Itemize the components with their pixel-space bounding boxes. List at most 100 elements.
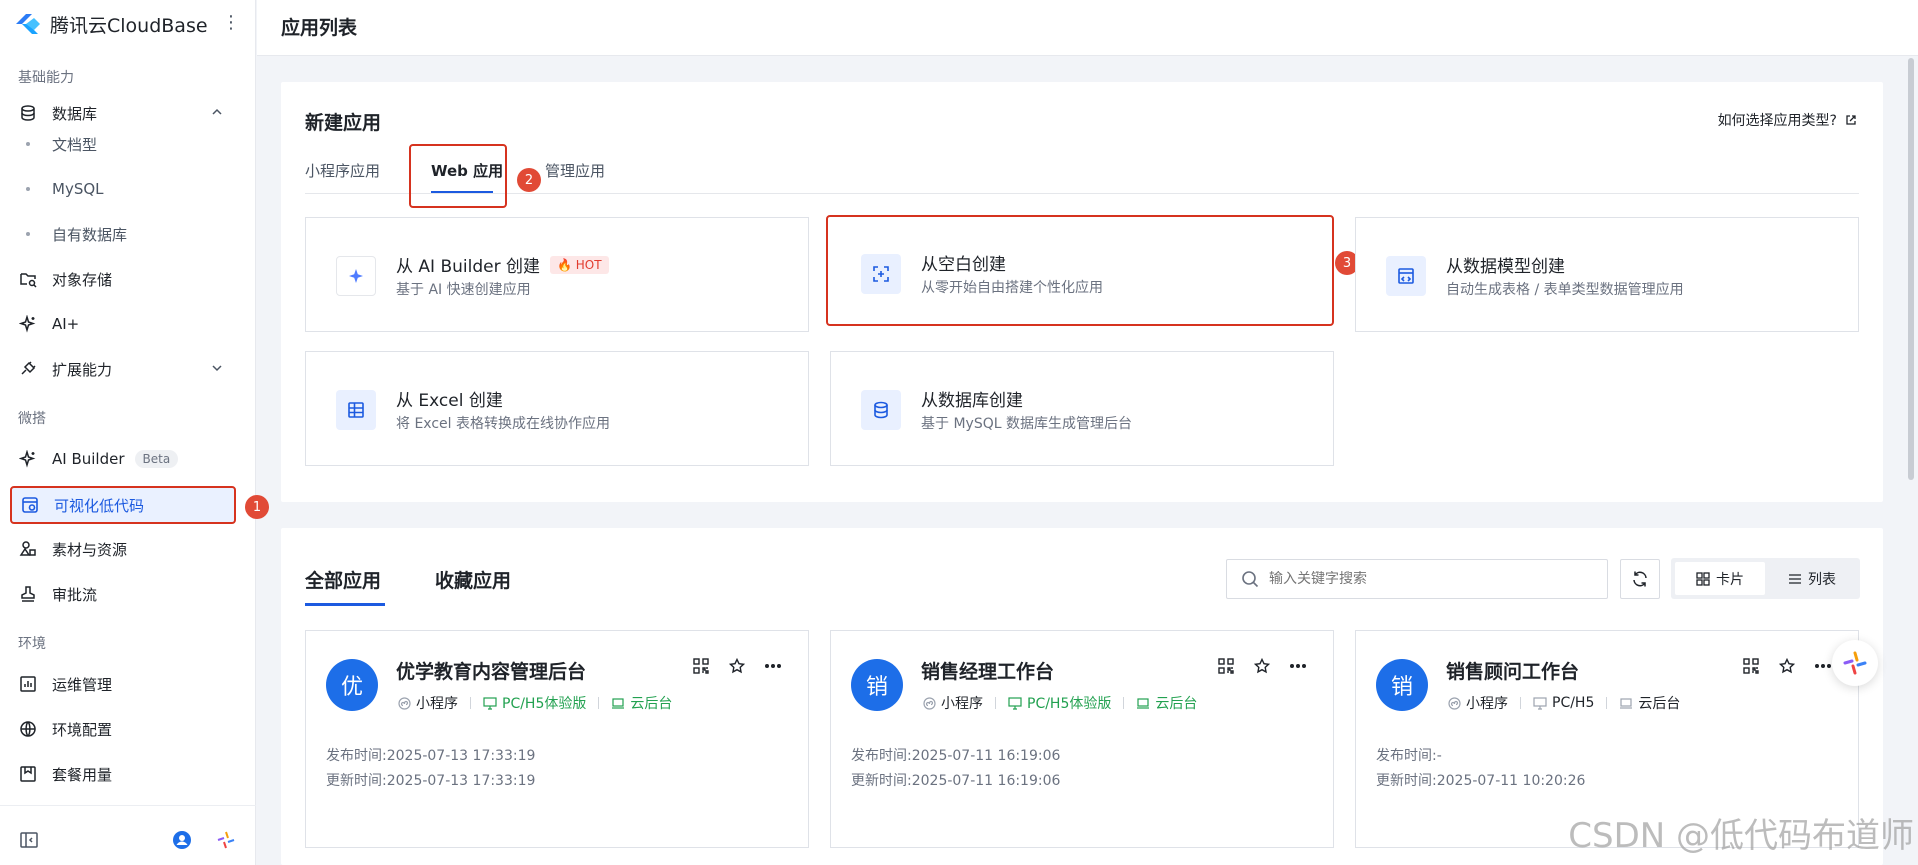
separator <box>1606 697 1608 709</box>
database-icon <box>861 390 901 430</box>
sidebar-item-ops[interactable]: 运维管理 <box>10 666 236 702</box>
platform-label: PC/H5体验版 <box>1027 696 1112 712</box>
star-icon[interactable] <box>1778 657 1796 675</box>
sidebar-item-approval[interactable]: 审批流 <box>10 576 236 612</box>
create-from-excel-card[interactable]: 从 Excel 创建 将 Excel 表格转换成在线协作应用 <box>305 351 809 466</box>
sidebar-item-usage[interactable]: 套餐用量 <box>10 756 236 792</box>
sidebar-item-extension[interactable]: 扩展能力 <box>10 351 236 387</box>
create-from-data-model-card[interactable]: 从数据模型创建 自动生成表格 / 表单类型数据管理应用 <box>1355 217 1859 332</box>
sidebar-item-label: AI Builder <box>52 450 125 468</box>
meta-value: 2025-07-11 16:19:06 <box>911 748 1061 764</box>
meta-value: 2025-07-13 17:33:19 <box>386 773 536 789</box>
card-title: 从空白创建 <box>921 255 1006 275</box>
platform-cloud-admin: 云后台 <box>1619 693 1680 713</box>
qrcode-icon[interactable] <box>692 657 710 675</box>
sidebar-item-database[interactable]: 数据库 <box>10 95 236 131</box>
sidebar-item-label: 运维管理 <box>52 675 113 694</box>
shapes-icon <box>18 539 38 559</box>
search-input[interactable] <box>1269 571 1589 587</box>
card-title-text: 从 AI Builder 创建 <box>396 257 540 277</box>
qrcode-icon[interactable] <box>1742 657 1760 675</box>
assistant-float-button[interactable] <box>1832 640 1878 686</box>
app-name: 销售顾问工作台 <box>1446 661 1580 683</box>
published-time: 发布时间:2025-07-13 17:33:19 <box>326 745 535 765</box>
more-icon[interactable] <box>1814 657 1832 675</box>
card-title: 从 AI Builder 创建 🔥 HOT <box>396 252 609 277</box>
tab-all-apps[interactable]: 全部应用 <box>305 566 381 593</box>
star-icon[interactable] <box>728 657 746 675</box>
topbar: 应用列表 <box>257 0 1918 56</box>
sidebar-subitem-mysql[interactable]: MySQL <box>26 174 104 204</box>
platform-tags: 小程序 PC/H5体验版 云后台 <box>398 693 672 713</box>
sidebar: 腾讯云CloudBase ⋮ 基础能力 数据库 文档型 MySQL 自有数据库 … <box>0 0 256 865</box>
sidebar-item-label: 可视化低代码 <box>54 496 145 515</box>
help-link[interactable]: 如何选择应用类型? <box>1718 110 1857 130</box>
view-card-button[interactable]: 卡片 <box>1675 562 1765 595</box>
platform-miniprogram: 小程序 <box>923 693 983 713</box>
brand-name: 腾讯云CloudBase <box>50 14 208 37</box>
page-scrollbar[interactable] <box>1907 56 1915 865</box>
sidebar-subitem-own-db[interactable]: 自有数据库 <box>26 219 127 249</box>
scrollbar-thumb[interactable] <box>1908 58 1914 480</box>
star-icon[interactable] <box>1253 657 1271 675</box>
view-list-button[interactable]: 列表 <box>1769 562 1855 595</box>
refresh-button[interactable] <box>1620 559 1660 599</box>
app-avatar: 销 <box>1376 659 1428 711</box>
lowcode-icon <box>20 495 40 515</box>
more-icon[interactable] <box>764 657 782 675</box>
package-icon <box>18 764 38 784</box>
hot-badge: 🔥 HOT <box>549 255 609 274</box>
card-desc: 基于 MySQL 数据库生成管理后台 <box>921 416 1132 432</box>
tab-miniprogram[interactable]: 小程序应用 <box>305 160 380 181</box>
create-from-blank-card[interactable]: 从空白创建 从零开始自由搭建个性化应用 <box>826 215 1334 326</box>
platform-label: 云后台 <box>1638 696 1681 712</box>
stamp-icon <box>18 584 38 604</box>
bullet-dot <box>26 187 30 191</box>
sidebar-subitem-document[interactable]: 文档型 <box>26 129 97 159</box>
laptop-icon <box>612 697 625 709</box>
user-icon[interactable] <box>172 830 192 850</box>
app-card[interactable]: 销 销售经理工作台 小程序 PC/H5体验版 云后台 发布时间:2025-07-… <box>830 630 1334 848</box>
watermark: CSDN @低代码布道师 <box>1568 816 1914 856</box>
assistant-icon[interactable] <box>216 830 236 850</box>
app-name: 优学教育内容管理后台 <box>396 661 587 683</box>
sidebar-item-ai-builder[interactable]: AI Builder Beta <box>10 441 236 477</box>
monitor-icon <box>483 696 497 710</box>
collapse-sidebar-icon[interactable] <box>20 832 38 848</box>
bullet-dot <box>26 142 30 146</box>
laptop-icon <box>1620 697 1633 709</box>
app-card[interactable]: 优 优学教育内容管理后台 小程序 PC/H5体验版 云后台 发布时间:2025-… <box>305 630 809 848</box>
platform-pc-h5: PC/H5体验版 <box>1008 693 1111 713</box>
sidebar-item-storage[interactable]: 对象存储 <box>10 261 236 297</box>
create-from-ai-builder-card[interactable]: 从 AI Builder 创建 🔥 HOT 基于 AI 快速创建应用 <box>305 217 809 332</box>
subitem-label: MySQL <box>52 180 104 198</box>
sidebar-item-lowcode[interactable]: 可视化低代码 <box>10 486 236 524</box>
search-icon <box>1242 571 1259 588</box>
search-box[interactable] <box>1226 559 1608 599</box>
laptop-icon <box>1137 697 1150 709</box>
more-vertical-icon[interactable]: ⋮ <box>222 14 240 32</box>
sidebar-item-ai-plus[interactable]: AI+ <box>10 306 236 342</box>
list-icon <box>1789 573 1801 584</box>
section-env: 环境 <box>18 636 46 652</box>
create-from-database-card[interactable]: 从数据库创建 基于 MySQL 数据库生成管理后台 <box>830 351 1334 466</box>
hot-badge-text: HOT <box>575 257 602 272</box>
subitem-label: 自有数据库 <box>52 225 128 244</box>
more-icon[interactable] <box>1289 657 1307 675</box>
table-icon <box>336 390 376 430</box>
tab-admin[interactable]: 管理应用 <box>545 160 605 181</box>
app-avatar: 优 <box>326 659 378 711</box>
qrcode-icon[interactable] <box>1217 657 1235 675</box>
sidebar-item-assets[interactable]: 素材与资源 <box>10 531 236 567</box>
card-title: 从 Excel 创建 <box>396 391 503 411</box>
tab-favorite-apps[interactable]: 收藏应用 <box>435 566 511 593</box>
miniprogram-icon <box>398 696 411 710</box>
meta-label: 更新时间: <box>851 773 912 789</box>
chevron-up-icon <box>212 108 222 115</box>
sidebar-item-envconfig[interactable]: 环境配置 <box>10 711 236 747</box>
brand[interactable]: 腾讯云CloudBase <box>14 10 208 38</box>
sidebar-item-label: 扩展能力 <box>52 360 113 379</box>
step-marker-1: 1 <box>245 495 269 519</box>
published-time: 发布时间:2025-07-11 16:19:06 <box>851 745 1060 765</box>
miniprogram-icon <box>1448 696 1461 710</box>
